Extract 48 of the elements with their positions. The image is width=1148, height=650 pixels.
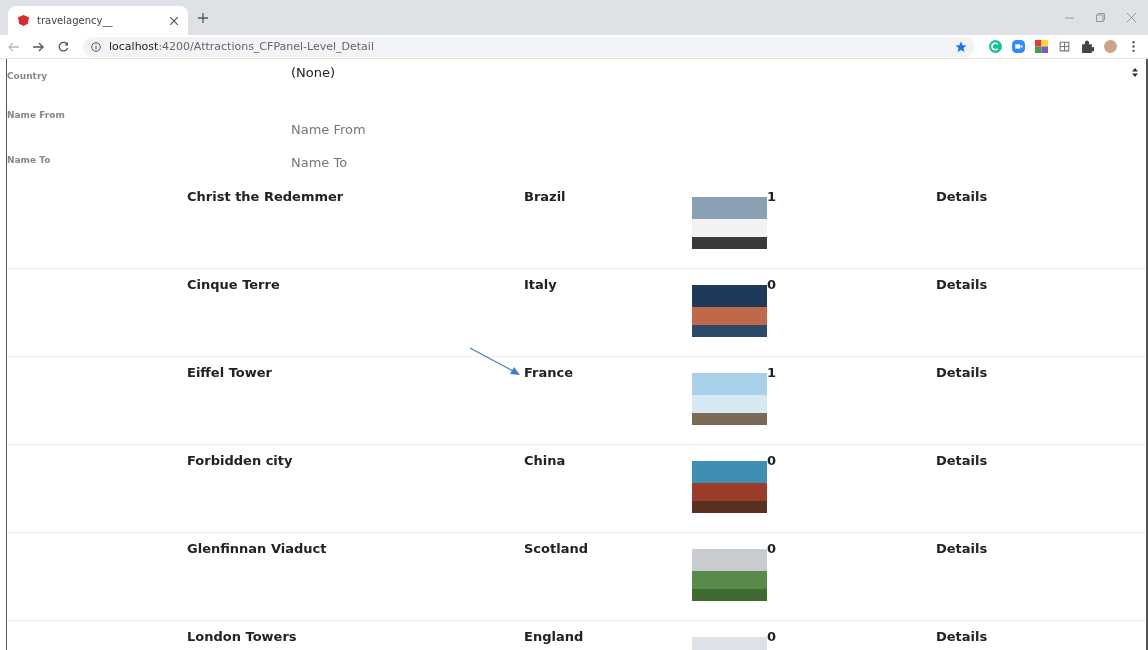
url-text: localhost:4200/Attractions_CFPanel-Level_Detail bbox=[109, 40, 374, 53]
count-number: 0 bbox=[767, 629, 777, 644]
sort-arrows-icon bbox=[1132, 68, 1138, 77]
country-name: England bbox=[524, 629, 584, 646]
video-camera-icon[interactable] bbox=[1012, 40, 1025, 53]
plus-icon[interactable] bbox=[198, 12, 208, 23]
count-number: 1 bbox=[767, 189, 777, 204]
count-number: 0 bbox=[767, 277, 777, 292]
country-name: France bbox=[524, 365, 573, 382]
details-link[interactable]: Details bbox=[936, 629, 988, 644]
count-number: 0 bbox=[767, 541, 777, 556]
country-dropdown[interactable]: (None) bbox=[291, 65, 1146, 85]
tab-title: travelagency__ bbox=[37, 15, 114, 26]
details-link[interactable]: Details bbox=[936, 189, 988, 204]
count-number: 0 bbox=[767, 453, 777, 468]
country-name: Italy bbox=[524, 277, 557, 294]
field-label: Name From bbox=[7, 109, 66, 122]
details-link[interactable]: Details bbox=[936, 541, 988, 556]
attraction-name: Forbidden city bbox=[187, 453, 293, 470]
grid-icon[interactable] bbox=[1058, 40, 1071, 53]
restore-icon[interactable] bbox=[1096, 13, 1105, 22]
details-link[interactable]: Details bbox=[936, 277, 988, 292]
details-link[interactable]: Details bbox=[936, 453, 988, 468]
info-icon bbox=[91, 41, 101, 52]
annotation-arrow bbox=[468, 346, 522, 376]
field-label: Name To bbox=[7, 154, 52, 167]
browser-tab[interactable]: travelagency__ bbox=[8, 6, 188, 35]
shield-icon bbox=[18, 15, 29, 26]
color-palette-icon[interactable] bbox=[1035, 40, 1048, 53]
forward-arrow-icon[interactable] bbox=[33, 41, 44, 52]
count-number: 1 bbox=[767, 365, 777, 380]
field-label: Country bbox=[7, 70, 49, 83]
country-name: China bbox=[524, 453, 566, 470]
details-link[interactable]: Details bbox=[936, 365, 988, 380]
star-icon[interactable] bbox=[955, 40, 967, 53]
close-icon[interactable] bbox=[170, 16, 178, 25]
country-name: Brazil bbox=[524, 189, 566, 206]
attraction-name: Glenfinnan Viaduct bbox=[187, 541, 327, 558]
dropdown-value: (None) bbox=[291, 65, 336, 82]
attraction-name: Cinque Terre bbox=[187, 277, 280, 294]
avatar-icon[interactable] bbox=[1104, 40, 1117, 53]
attraction-name: London Towers bbox=[187, 629, 297, 646]
attraction-name: Christ the Redemmer bbox=[187, 189, 344, 206]
address-bar[interactable]: localhost:4200/Attractions_CFPanel-Level_Detail bbox=[83, 36, 975, 57]
attraction-name: Eiffel Tower bbox=[187, 365, 272, 382]
extension-icon[interactable] bbox=[989, 40, 1002, 53]
reload-icon[interactable] bbox=[58, 41, 69, 52]
country-name: Scotland bbox=[524, 541, 588, 558]
